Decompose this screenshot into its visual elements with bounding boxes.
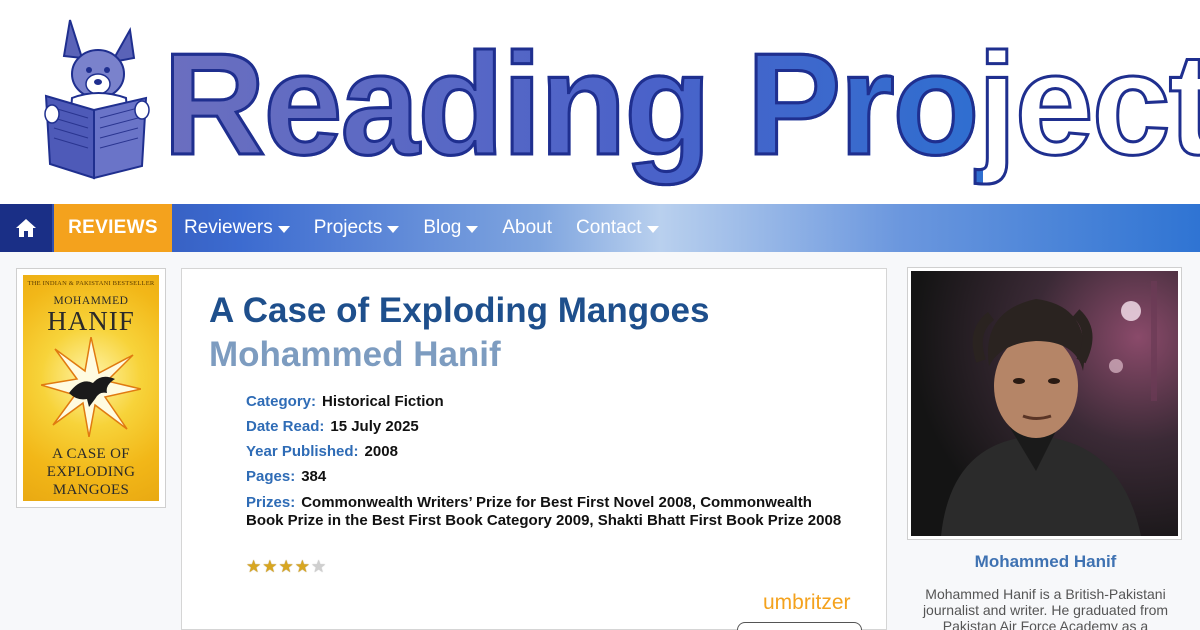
author-photo-frame	[907, 267, 1182, 540]
home-icon	[16, 219, 36, 237]
book-review-card: A Case of Exploding Mangoes Mohammed Han…	[181, 268, 887, 630]
nav-about[interactable]: About	[490, 204, 564, 252]
book-author[interactable]: Mohammed Hanif	[209, 335, 501, 375]
book-meta: Category: Historical Fiction Date Read: 15…	[246, 394, 846, 539]
reading-dog-logo-icon[interactable]	[42, 18, 152, 180]
author-photo	[911, 271, 1178, 536]
reviewer-name[interactable]: umbritzer	[763, 591, 851, 615]
meta-label: Category:	[246, 393, 317, 410]
star-rating: ★ ★ ★ ★ ★	[246, 558, 326, 576]
star-filled-icon: ★	[262, 557, 278, 576]
caret-down-icon	[277, 225, 290, 233]
site-logo-text[interactable]: Reading Project	[162, 18, 1200, 191]
nav-home-button[interactable]	[0, 204, 52, 252]
caret-down-icon	[466, 225, 479, 233]
cover-tagline: THE INDIAN & PAKISTANI BESTSELLER	[27, 280, 155, 287]
meta-label: Prizes:	[246, 494, 296, 511]
nav-blog[interactable]: Blog	[411, 204, 490, 252]
nav-blog-label: Blog	[423, 217, 462, 238]
meta-label: Date Read:	[246, 418, 325, 435]
book-cover-image: THE INDIAN & PAKISTANI BESTSELLER MOHAMM…	[23, 275, 159, 501]
meta-value: Commonwealth Writers’ Prize for Best Fir…	[246, 494, 842, 529]
book-title: A Case of Exploding Mangoes	[209, 291, 710, 330]
author-bio: Mohammed Hanif is a British-Pakistani jo…	[922, 586, 1169, 630]
cover-crow-burst-icon	[41, 337, 141, 437]
meta-value: 15 July 2025	[330, 418, 419, 435]
meta-value[interactable]: Historical Fiction	[322, 393, 444, 410]
read-review-button[interactable]	[737, 622, 862, 630]
star-empty-icon: ★	[311, 557, 327, 576]
meta-value: 2008	[364, 443, 398, 460]
nav-reviewers-label: Reviewers	[184, 217, 273, 238]
site-header: Reading Project	[0, 0, 1200, 204]
star-filled-icon: ★	[278, 557, 294, 576]
meta-prizes: Prizes: Commonwealth Writers’ Prize for B…	[246, 494, 846, 530]
author-name[interactable]: Mohammed Hanif	[907, 552, 1184, 572]
nav-about-label: About	[502, 217, 553, 238]
book-cover-frame[interactable]: THE INDIAN & PAKISTANI BESTSELLER MOHAMM…	[16, 268, 166, 508]
main-navbar: REVIEWS Reviewers Projects Blog About Co…	[0, 204, 1200, 252]
star-filled-icon: ★	[294, 557, 310, 576]
nav-reviews[interactable]: REVIEWS	[54, 204, 172, 252]
caret-down-icon	[646, 225, 659, 233]
nav-contact[interactable]: Contact	[564, 204, 670, 252]
nav-contact-label: Contact	[576, 217, 642, 238]
cover-author-last: HANIF	[47, 306, 135, 336]
meta-category: Category: Historical Fiction	[246, 394, 846, 410]
author-portrait-icon	[941, 281, 1157, 536]
cover-title-line: A CASE OF	[52, 446, 130, 462]
nav-projects-label: Projects	[313, 217, 383, 238]
caret-down-icon	[387, 225, 400, 233]
meta-value: 384	[301, 468, 327, 485]
meta-pages: Pages: 384	[246, 469, 846, 485]
star-filled-icon: ★	[246, 557, 262, 576]
cover-title: A CASE OF EXPLODING MANGOES	[23, 445, 159, 499]
cover-title-line: EXPLODING	[46, 464, 136, 480]
meta-date-read: Date Read: 15 July 2025	[246, 419, 846, 435]
nav-reviewers[interactable]: Reviewers	[172, 204, 302, 252]
meta-year-published: Year Published: 2008	[246, 444, 846, 460]
meta-label: Year Published:	[246, 443, 359, 460]
meta-label: Pages:	[246, 468, 296, 485]
nav-projects[interactable]: Projects	[302, 204, 412, 252]
cover-title-line: MANGOES	[52, 482, 130, 498]
